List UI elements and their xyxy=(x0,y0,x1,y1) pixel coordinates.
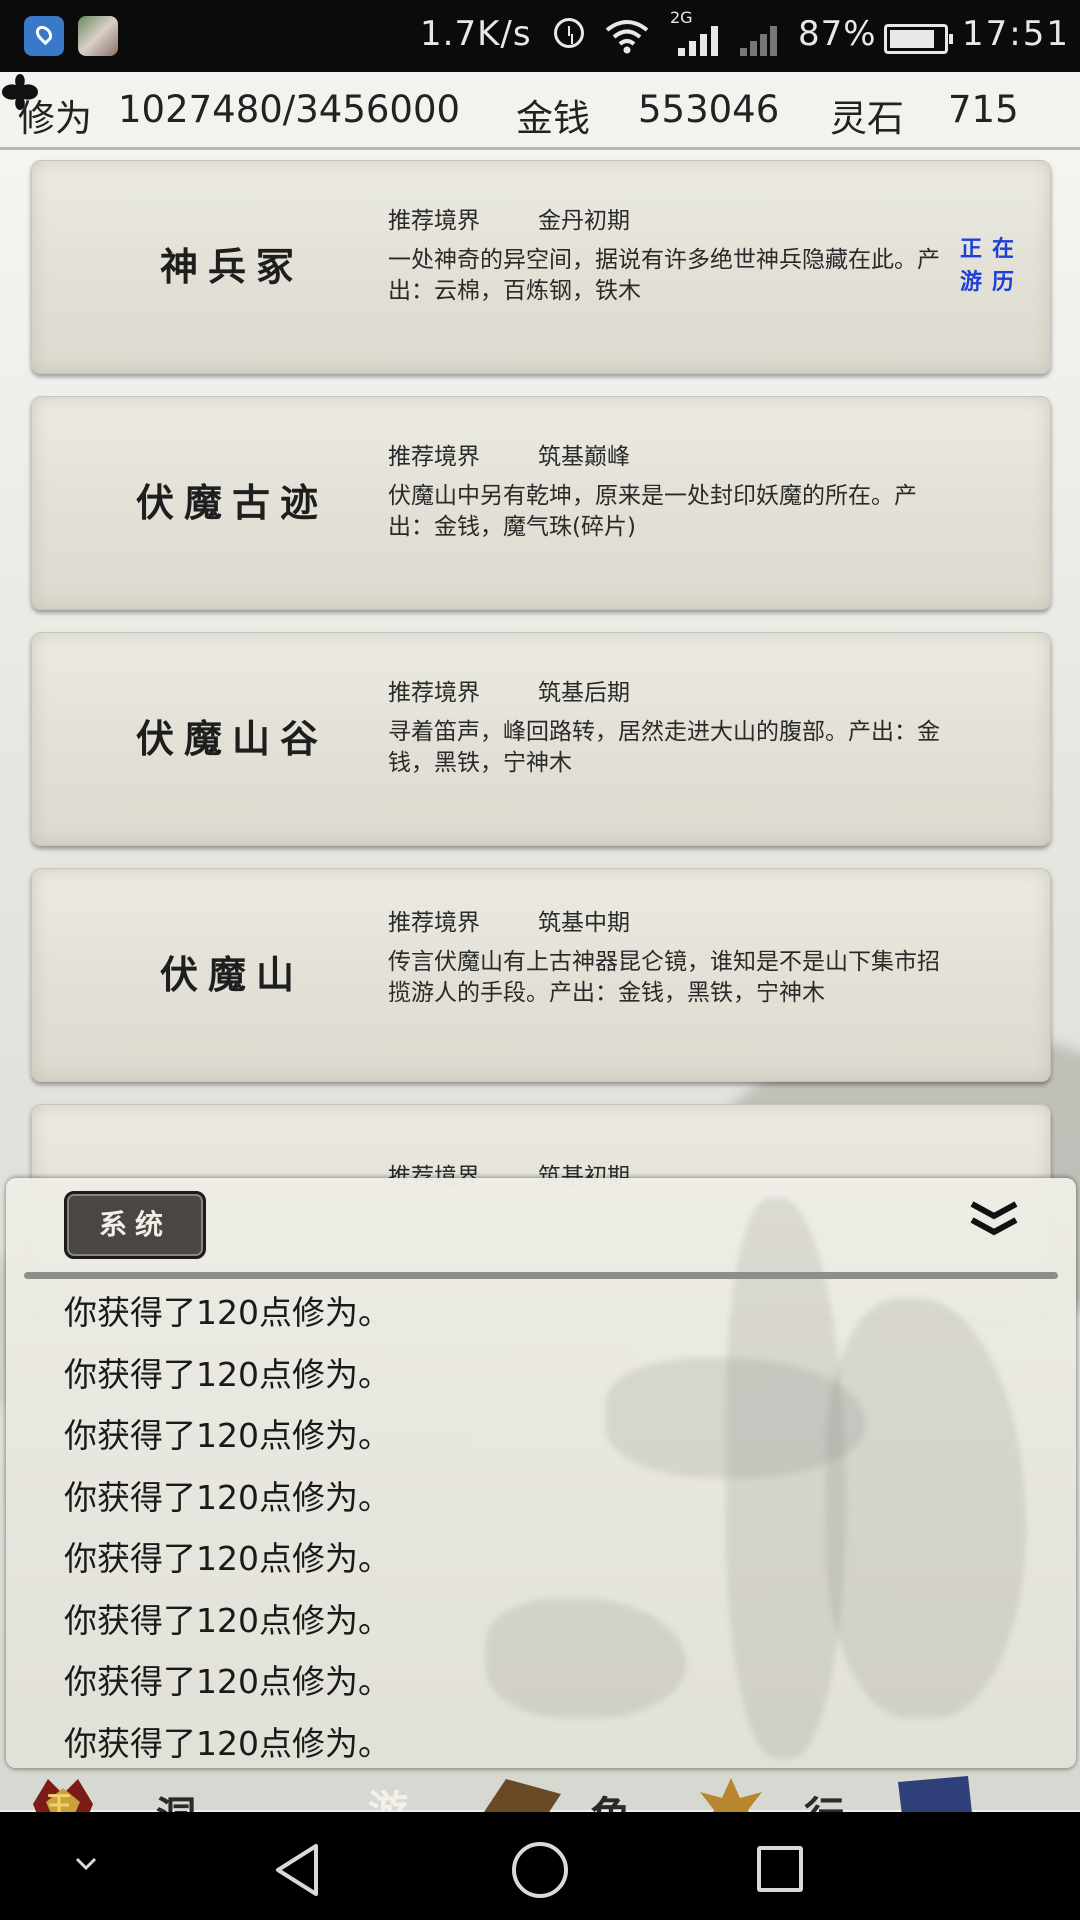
location-card-fumoshangu[interactable]: 伏魔山谷 推荐境界 筑基后期 寻着笛声，峰回路转，居然走进大山的腹部。产出：金钱… xyxy=(31,632,1051,846)
log-line: 你获得了120点修为。 xyxy=(64,1539,391,1578)
location-app-icon xyxy=(24,16,64,56)
photo-app-icon xyxy=(78,16,118,56)
recommended-realm-label: 推荐境界 xyxy=(388,910,480,936)
recommended-realm-value: 金丹初期 xyxy=(538,208,630,234)
tab-action[interactable]: 行 xyxy=(804,1784,844,1812)
back-icon[interactable] xyxy=(272,1842,322,1898)
chevron-down-icon[interactable] xyxy=(74,1852,98,1876)
resource-bar: 修为 1027480/3456000 金钱 553046 灵石 715 xyxy=(0,72,1080,150)
log-list[interactable]: 你获得了120点修为。 你获得了120点修为。 你获得了120点修为。 你获得了… xyxy=(64,1282,964,1768)
log-line: 你获得了120点修为。 xyxy=(64,1662,391,1701)
divider xyxy=(24,1272,1058,1279)
recommended-realm-value: 筑基后期 xyxy=(538,680,630,706)
signal-icon xyxy=(678,24,728,56)
home-icon[interactable] xyxy=(512,1842,568,1898)
game-tab-bar: 王 洞 游 角 行 xyxy=(0,1770,1080,1812)
location-name: 伏魔山 xyxy=(159,952,304,997)
log-line: 你获得了120点修为。 xyxy=(64,1416,391,1455)
wifi-icon xyxy=(605,20,649,54)
log-line: 你获得了120点修为。 xyxy=(64,1293,391,1332)
location-name: 伏魔古迹 xyxy=(135,480,328,525)
location-card-fumoguji[interactable]: 伏魔古迹 推荐境界 筑基巅峰 伏魔山中另有乾坤，原来是一处封印妖魔的所在。产出：… xyxy=(31,396,1051,610)
recommended-realm-value: 筑基中期 xyxy=(538,910,630,936)
recommended-realm-label: 推荐境界 xyxy=(388,444,480,470)
log-line: 你获得了120点修为。 xyxy=(64,1354,391,1394)
spirit-stone-label: 灵石 xyxy=(830,97,904,140)
book-emblem-icon xyxy=(898,1776,972,1812)
log-line: 你获得了120点修为。 xyxy=(64,1600,391,1640)
tab-role[interactable]: 角 xyxy=(590,1784,630,1812)
location-description: 寻着笛声，峰回路转，居然走进大山的腹部。产出：金钱，黑铁，宁神木 xyxy=(388,719,940,776)
location-card-fumoshan[interactable]: 伏魔山 推荐境界 筑基中期 传言伏魔山有上古神器昆仑镜，谁知是不是山下集市招揽游… xyxy=(31,868,1051,1082)
tab-travel[interactable]: 游 xyxy=(368,1778,408,1812)
recommended-realm-label: 推荐境界 xyxy=(388,680,480,706)
tab-king[interactable]: 王 xyxy=(46,1786,72,1812)
alarm-icon xyxy=(554,18,584,48)
location-name: 伏魔山谷 xyxy=(135,716,328,761)
system-tab[interactable]: 系统 xyxy=(64,1191,206,1259)
log-line: 你获得了120点修为。 xyxy=(64,1477,391,1517)
status-bar: 1.7K/s 2G 87% 17:51 xyxy=(0,0,1080,72)
location-description: 传言伏魔山有上古神器昆仑镜，谁知是不是山下集市招揽游人的手段。产出：金钱，黑铁，… xyxy=(388,949,940,1006)
tab-cave[interactable]: 洞 xyxy=(156,1784,196,1812)
location-card-shenbingzhong[interactable]: 神兵冢 推荐境界 金丹初期 一处神奇的异空间，据说有许多绝世神兵隐藏在此。产出：… xyxy=(31,160,1051,374)
cultivation-label: 修为 xyxy=(18,97,92,140)
signal-2-icon xyxy=(740,24,780,56)
money-value: 553046 xyxy=(638,88,780,131)
system-log-panel: 系统 你获得了120点修为。 你获得了120点修为。 你获得了120点修为。 你… xyxy=(6,1178,1076,1768)
system-nav-bar xyxy=(0,1812,1080,1920)
traveling-status: 正在游历 xyxy=(959,236,1024,295)
battery-percent: 87% xyxy=(798,14,877,54)
recommended-realm-label: 推荐境界 xyxy=(388,208,480,234)
clock: 17:51 xyxy=(962,14,1070,54)
recent-apps-icon[interactable] xyxy=(757,1846,803,1892)
scroll-emblem-icon xyxy=(484,1779,561,1812)
log-line: 你获得了120点修为。 xyxy=(64,1723,391,1763)
collapse-chevron-icon[interactable] xyxy=(966,1198,1022,1242)
battery-icon xyxy=(884,24,953,54)
cultivation-value: 1027480/3456000 xyxy=(118,88,461,131)
recommended-realm-value: 筑基巅峰 xyxy=(538,444,630,470)
money-label: 金钱 xyxy=(516,97,590,140)
location-name: 神兵冢 xyxy=(159,244,304,289)
location-description: 一处神奇的异空间，据说有许多绝世神兵隐藏在此。产出：云棉，百炼钢，铁木 xyxy=(388,247,940,304)
location-description: 伏魔山中另有乾坤，原来是一处封印妖魔的所在。产出：金钱，魔气珠(碎片) xyxy=(388,483,917,540)
network-speed: 1.7K/s xyxy=(420,14,532,54)
lotus-emblem-icon xyxy=(700,1778,762,1812)
spirit-stone-value: 715 xyxy=(948,88,1019,131)
